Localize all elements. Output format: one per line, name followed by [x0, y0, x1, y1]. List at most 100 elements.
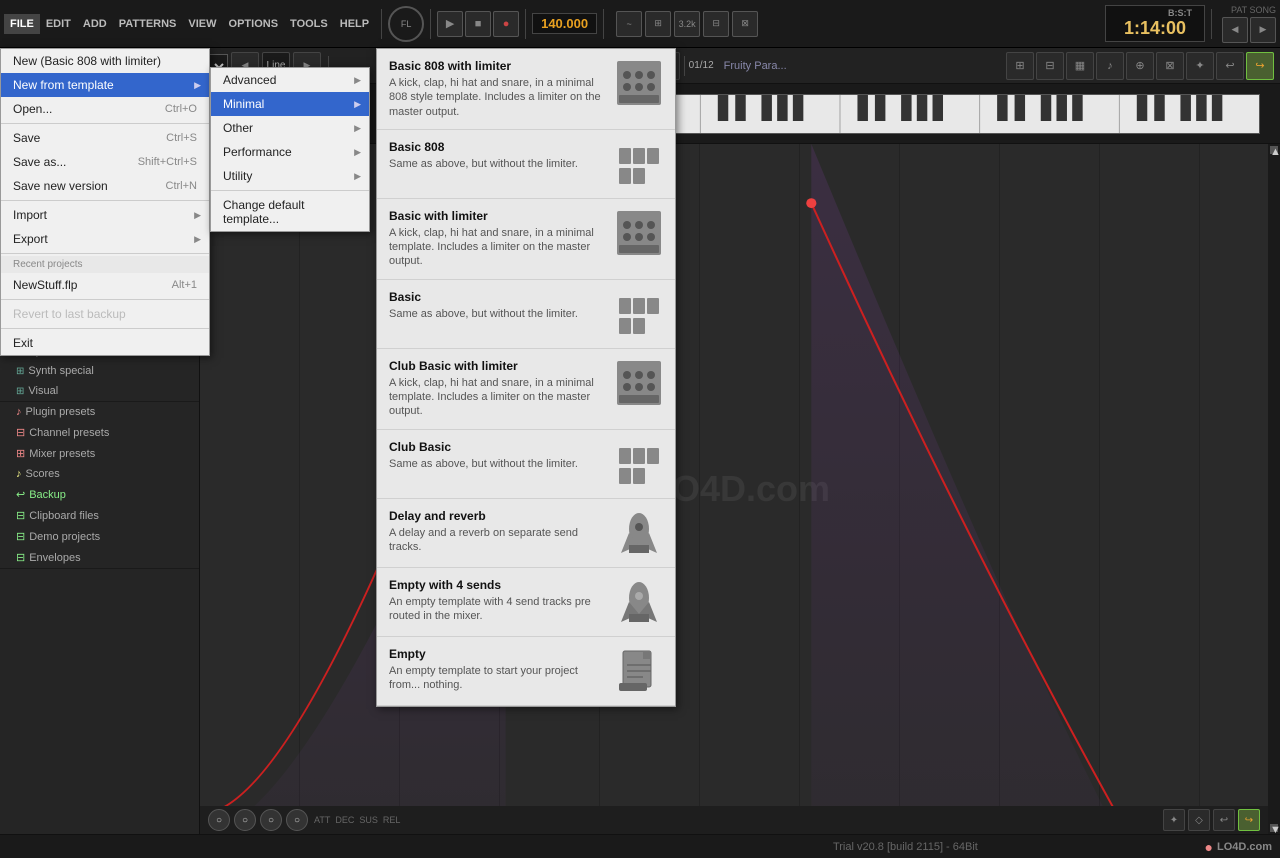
sidebar-demo[interactable]: ⊟ Demo projects	[0, 526, 199, 547]
br-3[interactable]: ↩	[1213, 809, 1235, 831]
knob-sus[interactable]: ○	[260, 809, 282, 831]
template-clubbasic-name: Club Basic	[389, 440, 603, 454]
status-logo: ● LO4D.com	[1205, 839, 1272, 855]
channel-presets-icon: ⊟	[16, 426, 25, 439]
template-basic808limiter[interactable]: Basic 808 with limiter A kick, clap, hi …	[377, 49, 675, 130]
tool-2[interactable]: ⊞	[645, 11, 671, 37]
menu-help[interactable]: HELP	[334, 14, 375, 34]
mixer-icon[interactable]: ⊞	[1006, 52, 1034, 80]
br-1[interactable]: ✦	[1163, 809, 1185, 831]
template-clubbasiclimiter[interactable]: Club Basic with limiter A kick, clap, hi…	[377, 349, 675, 430]
export-label: Export	[13, 232, 48, 246]
roll-content[interactable]: LO4D.com	[200, 144, 1280, 834]
nav-right[interactable]: ▶	[1250, 17, 1276, 43]
fmenu-revert[interactable]: Revert to last backup	[1, 302, 209, 326]
template-empty-name: Empty	[389, 647, 603, 661]
time-value: 1:14:00	[1118, 18, 1192, 39]
sidebar-backup[interactable]: ↩ Backup	[0, 484, 199, 505]
browser-icon[interactable]: ⊠	[1156, 52, 1184, 80]
template-clubbasic[interactable]: Club Basic Same as above, but without th…	[377, 430, 675, 499]
logo-button[interactable]: FL	[388, 6, 424, 42]
performance-label: Performance	[223, 145, 292, 159]
template-empty4sends[interactable]: Empty with 4 sends An empty template wit…	[377, 568, 675, 637]
template-basic808[interactable]: Basic 808 Same as above, but without the…	[377, 130, 675, 199]
template-basic808-name: Basic 808	[389, 140, 603, 154]
menu-tools[interactable]: TOOLS	[284, 14, 334, 34]
stop-button[interactable]: ■	[465, 11, 491, 37]
sidebar-envelopes[interactable]: ⊟ Envelopes	[0, 547, 199, 568]
template-basic[interactable]: Basic Same as above, but without the lim…	[377, 280, 675, 349]
sidebar-scores[interactable]: ♪ Scores	[0, 464, 199, 484]
br-4[interactable]: ↪	[1238, 809, 1260, 831]
knob-rel[interactable]: ○	[286, 809, 308, 831]
plugin-name: Fruity Para...	[718, 60, 793, 72]
fmenu-exit[interactable]: Exit	[1, 331, 209, 355]
record-button[interactable]: ●	[493, 11, 519, 37]
sep4	[603, 9, 604, 39]
menu-options[interactable]: OPTIONS	[223, 14, 285, 34]
save-new-version-label: Save new version	[13, 179, 108, 193]
template-empty4sends-desc: An empty template with 4 send tracks pre…	[389, 595, 603, 624]
template-delayreverb[interactable]: Delay and reverb A delay and a reverb on…	[377, 499, 675, 568]
menu-bar: FILE EDIT ADD PATTERNS VIEW OPTIONS TOOL…	[4, 14, 375, 34]
envelopes-icon: ⊟	[16, 551, 25, 564]
template-empty-icon	[615, 647, 663, 695]
tmenu-minimal[interactable]: Minimal	[211, 92, 369, 116]
sidebar-synth-special[interactable]: ⊞ Synth special	[0, 361, 199, 381]
tmenu-other[interactable]: Other	[211, 116, 369, 140]
undo-icon[interactable]: ↩	[1216, 52, 1244, 80]
template-clubbasic-icon	[615, 440, 663, 488]
plugin-icon[interactable]: ⊕	[1126, 52, 1154, 80]
pattern-icon[interactable]: ▦	[1066, 52, 1094, 80]
tool-4[interactable]: ⊟	[703, 11, 729, 37]
import-label: Import	[13, 208, 47, 222]
sep2	[430, 9, 431, 39]
fmenu-new-basic[interactable]: New (Basic 808 with limiter)	[1, 49, 209, 73]
template-empty[interactable]: Empty An empty template to start your pr…	[377, 637, 675, 706]
fmenu-new-from-template[interactable]: New from template	[1, 73, 209, 97]
sep-d	[1, 299, 209, 300]
fmenu-import[interactable]: Import	[1, 203, 209, 227]
new-basic-label: New (Basic 808 with limiter)	[13, 54, 161, 68]
fmenu-export[interactable]: Export	[1, 227, 209, 251]
tool-1[interactable]: ~	[616, 11, 642, 37]
template-clubbasic-info: Club Basic Same as above, but without th…	[389, 440, 603, 471]
sidebar-visual[interactable]: ⊞ Visual	[0, 381, 199, 401]
tool-5[interactable]: ⊠	[732, 11, 758, 37]
v-scrollbar[interactable]: ▲ ▼	[1268, 144, 1280, 834]
tmenu-change-default[interactable]: Change default template...	[211, 193, 369, 231]
play-button[interactable]: ▶	[437, 11, 463, 37]
fmenu-recent1[interactable]: NewStuff.flp Alt+1	[1, 273, 209, 297]
utility-label: Utility	[223, 169, 252, 183]
sidebar-clipboard[interactable]: ⊟ Clipboard files	[0, 505, 199, 526]
piano-icon[interactable]: ♪	[1096, 52, 1124, 80]
template-basiclimiter[interactable]: Basic with limiter A kick, clap, hi hat …	[377, 199, 675, 280]
channel-icon[interactable]: ⊟	[1036, 52, 1064, 80]
change-default-label: Change default template...	[223, 198, 357, 226]
fmenu-save-new-version[interactable]: Save new version Ctrl+N	[1, 174, 209, 198]
tmenu-performance[interactable]: Performance	[211, 140, 369, 164]
br-2[interactable]: ◇	[1188, 809, 1210, 831]
menu-add[interactable]: ADD	[77, 14, 113, 34]
menu-file[interactable]: FILE	[4, 14, 40, 34]
tool-3[interactable]: 3.2k	[674, 11, 700, 37]
tmenu-advanced[interactable]: Advanced	[211, 68, 369, 92]
sidebar-mixer-presets[interactable]: ⊞ Mixer presets	[0, 443, 199, 464]
bst-label: B:S:T	[1118, 8, 1192, 18]
menu-patterns[interactable]: PATTERNS	[113, 14, 183, 34]
other-label: Other	[223, 121, 253, 135]
fmenu-open[interactable]: Open... Ctrl+O	[1, 97, 209, 121]
knob-att[interactable]: ○	[208, 809, 230, 831]
bpm-display[interactable]: 140.000	[532, 13, 597, 34]
sidebar-channel-presets[interactable]: ⊟ Channel presets	[0, 422, 199, 443]
knob-dec[interactable]: ○	[234, 809, 256, 831]
menu-view[interactable]: VIEW	[182, 14, 222, 34]
sidebar-plugin-presets[interactable]: ♪ Plugin presets	[0, 402, 199, 422]
menu-edit[interactable]: EDIT	[40, 14, 77, 34]
fmenu-save-as[interactable]: Save as... Shift+Ctrl+S	[1, 150, 209, 174]
fmenu-save[interactable]: Save Ctrl+S	[1, 126, 209, 150]
tmenu-utility[interactable]: Utility	[211, 164, 369, 188]
nav-left[interactable]: ◀	[1222, 17, 1248, 43]
redo-icon[interactable]: ↪	[1246, 52, 1274, 80]
smart-icon[interactable]: ✦	[1186, 52, 1214, 80]
